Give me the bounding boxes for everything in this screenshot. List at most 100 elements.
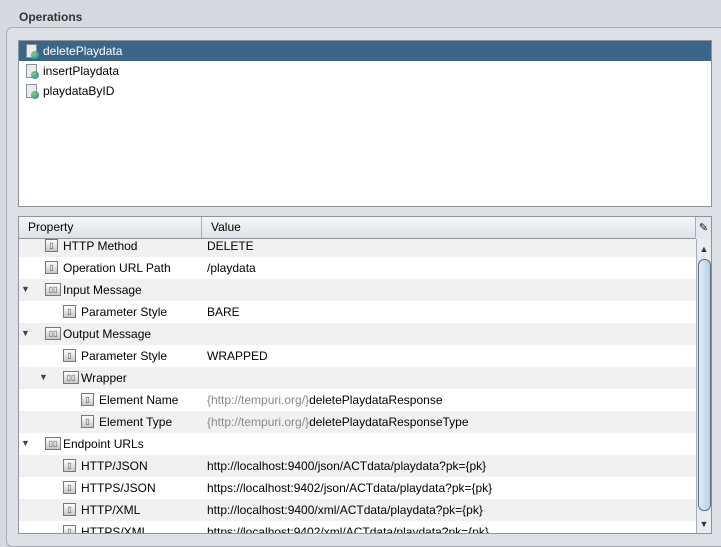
- group-property-icon: ▯▯: [45, 437, 61, 450]
- column-header-value[interactable]: Value: [202, 217, 711, 238]
- table-row[interactable]: ▼ ▯▯ Output Message: [19, 323, 696, 345]
- value-text: https://localhost:9402/json/ACTdata/play…: [207, 481, 493, 495]
- table-header: Property Value: [19, 217, 711, 239]
- property-icon: ▯: [63, 459, 76, 472]
- operation-item[interactable]: playdataByID: [19, 81, 711, 101]
- table-row[interactable]: ▯ HTTP/XML http://localhost:9400/xml/ACTda…: [19, 499, 696, 521]
- value-text: WRAPPED: [207, 349, 268, 363]
- table-row[interactable]: ▯ Element Name {http://tempuri.org/}delete…: [19, 389, 696, 411]
- property-label: HTTPS/JSON: [81, 481, 156, 495]
- property-label: Parameter Style: [81, 349, 168, 363]
- value-text: /playdata: [207, 261, 256, 275]
- expand-toggle-icon[interactable]: ▼: [39, 372, 48, 382]
- property-label: Wrapper: [81, 371, 127, 385]
- operation-icon: [25, 43, 39, 59]
- group-property-icon: ▯▯: [45, 283, 61, 296]
- namespace-text: {http://tempuri.org/}: [207, 393, 310, 407]
- expand-toggle-icon[interactable]: ▼: [21, 328, 30, 338]
- property-label: HTTP Method: [63, 239, 138, 253]
- table-row[interactable]: ▼ ▯▯ Wrapper: [19, 367, 696, 389]
- table-row[interactable]: ▯ Operation URL Path/playdata: [19, 257, 696, 279]
- table-body: ▯ HTTP Method DELETE ▯ Operation URL Path/pl…: [19, 239, 696, 534]
- table-row[interactable]: ▯ Parameter Style BARE: [19, 301, 696, 323]
- property-cell: ▯ HTTPS/JSON: [19, 477, 202, 499]
- value-cell[interactable]: http://localhost:9400/json/ACTdata/playd…: [202, 459, 696, 473]
- group-property-icon: ▯▯: [45, 327, 61, 340]
- operation-label: playdataByID: [43, 84, 115, 98]
- column-settings-icon[interactable]: ✎: [695, 217, 711, 239]
- table-row[interactable]: ▼ ▯▯ Input Message: [19, 279, 696, 301]
- table-row[interactable]: ▯ HTTP Method DELETE: [19, 239, 696, 257]
- operation-item[interactable]: insertPlaydata: [19, 61, 711, 81]
- value-text: http://localhost:9400/xml/ACTdata/playda…: [207, 503, 483, 517]
- value-cell[interactable]: http://localhost:9400/xml/ACTdata/playda…: [202, 503, 696, 517]
- property-icon: ▯: [63, 349, 76, 362]
- expand-toggle-icon[interactable]: ▼: [21, 438, 30, 448]
- property-cell: ▯ HTTP/JSON: [19, 455, 202, 477]
- property-label: Element Name: [99, 393, 179, 407]
- property-cell: ▯ Parameter Style: [19, 345, 202, 367]
- value-text: https://localhost:9402/xml/ACTdata/playd…: [207, 525, 489, 534]
- operation-label: deletePlaydata: [43, 44, 123, 58]
- value-cell[interactable]: DELETE: [202, 239, 696, 253]
- table-row[interactable]: ▯ HTTPS/JSON https://localhost:9402/json/A…: [19, 477, 696, 499]
- property-icon: ▯: [63, 305, 76, 318]
- property-cell: ▯ Element Name: [19, 389, 202, 411]
- value-cell[interactable]: WRAPPED: [202, 349, 696, 363]
- property-cell: ▯ Parameter Style: [19, 301, 202, 323]
- value-text: DELETE: [207, 239, 254, 253]
- table-row[interactable]: ▯ Element Type {http://tempuri.org/}delete…: [19, 411, 696, 433]
- property-cell: ▼ ▯▯ Input Message: [19, 279, 202, 301]
- operations-title: Operations: [19, 10, 83, 24]
- table-row[interactable]: ▯ Parameter Style WRAPPED: [19, 345, 696, 367]
- namespace-text: {http://tempuri.org/}: [207, 415, 310, 429]
- vertical-scrollbar[interactable]: ▲ ▼: [696, 239, 711, 533]
- table-row[interactable]: ▯ HTTPS/XML https://localhost:9402/xml/ACT…: [19, 521, 696, 534]
- property-cell: ▼ ▯▯ Endpoint URLs: [19, 433, 202, 455]
- scrollbar-thumb[interactable]: [698, 259, 711, 511]
- property-icon: ▯: [45, 261, 58, 274]
- property-cell: ▼ ▯▯ Output Message: [19, 323, 202, 345]
- value-cell[interactable]: https://localhost:9402/json/ACTdata/play…: [202, 481, 696, 495]
- scroll-up-arrow-icon[interactable]: ▲: [697, 241, 711, 257]
- property-cell: ▯ Element Type: [19, 411, 202, 433]
- value-cell[interactable]: BARE: [202, 305, 696, 319]
- property-label: HTTPS/XML: [81, 525, 149, 534]
- property-cell: ▯ Operation URL Path: [19, 257, 202, 279]
- operation-item[interactable]: deletePlaydata: [19, 41, 711, 61]
- scroll-down-arrow-icon[interactable]: ▼: [697, 516, 711, 532]
- operations-list[interactable]: deletePlaydata insertPlaydata playdataByID: [18, 40, 712, 207]
- property-label: Operation URL Path: [63, 261, 171, 275]
- value-text: deletePlaydataResponseType: [309, 415, 469, 429]
- property-cell: ▼ ▯▯ Wrapper: [19, 367, 202, 389]
- group-property-icon: ▯▯: [63, 371, 79, 384]
- property-cell: ▯ HTTPS/XML: [19, 521, 202, 534]
- property-label: HTTP/JSON: [81, 459, 148, 473]
- property-icon: ▯: [63, 481, 76, 494]
- value-cell[interactable]: {http://tempuri.org/}deletePlaydataRespo…: [202, 415, 696, 429]
- property-icon: ▯: [45, 239, 58, 252]
- expand-toggle-icon[interactable]: ▼: [21, 284, 30, 294]
- property-label: Element Type: [99, 415, 173, 429]
- value-text: BARE: [207, 305, 240, 319]
- table-row[interactable]: ▯ HTTP/JSON http://localhost:9400/json/ACT…: [19, 455, 696, 477]
- operation-label: insertPlaydata: [43, 64, 120, 78]
- property-icon: ▯: [81, 415, 94, 428]
- value-text: deletePlaydataResponse: [309, 393, 443, 407]
- property-label: Input Message: [63, 283, 142, 297]
- value-text: http://localhost:9400/json/ACTdata/playd…: [207, 459, 487, 473]
- property-label: Parameter Style: [81, 305, 168, 319]
- property-label: Endpoint URLs: [63, 437, 144, 451]
- property-icon: ▯: [81, 393, 94, 406]
- table-row[interactable]: ▼ ▯▯ Endpoint URLs: [19, 433, 696, 455]
- property-icon: ▯: [63, 525, 76, 533]
- value-cell[interactable]: {http://tempuri.org/}deletePlaydataRespo…: [202, 393, 696, 407]
- value-cell[interactable]: https://localhost:9402/xml/ACTdata/playd…: [202, 525, 696, 534]
- column-header-property[interactable]: Property: [19, 217, 202, 238]
- property-cell: ▯ HTTP Method: [19, 239, 202, 257]
- property-icon: ▯: [63, 503, 76, 516]
- property-label: Output Message: [63, 327, 152, 341]
- operation-icon: [25, 63, 39, 79]
- operation-icon: [25, 83, 39, 99]
- value-cell[interactable]: /playdata: [202, 261, 696, 275]
